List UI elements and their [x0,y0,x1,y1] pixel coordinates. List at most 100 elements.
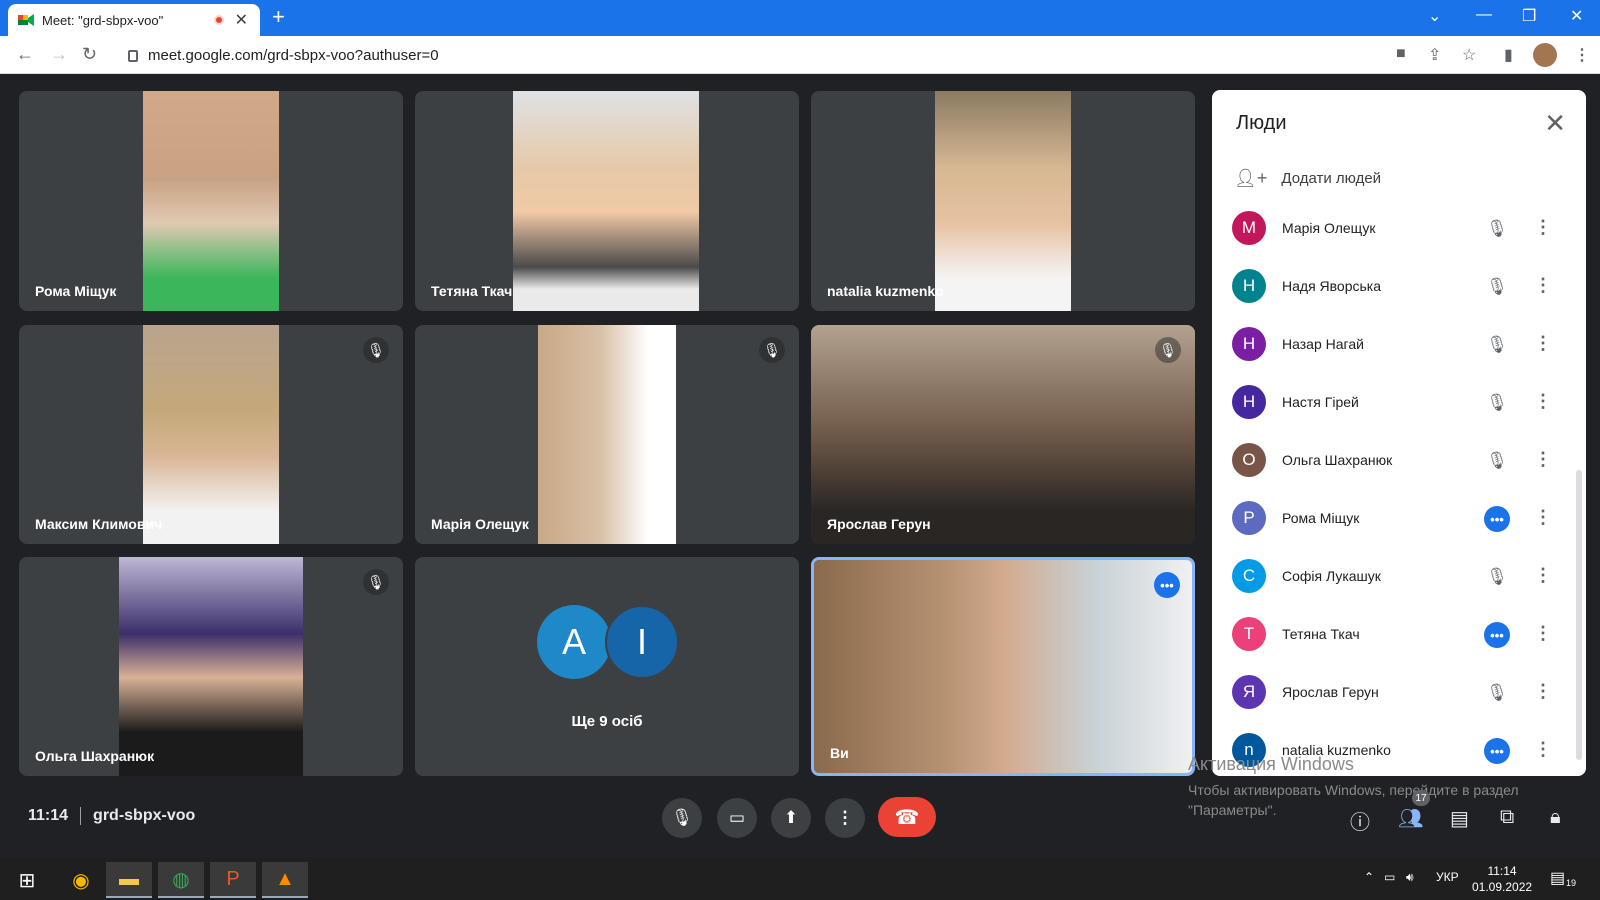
participant-row[interactable]: Н Надя Яворська 🎙︎ ⋮ [1212,258,1586,316]
add-person-icon: 👤︎+ [1234,168,1268,188]
close-tab-icon[interactable]: ✕ [235,10,248,30]
battery-icon[interactable]: ▭ [1384,870,1395,884]
close-window-button[interactable]: ✕ [1570,6,1583,26]
muted-mic-icon[interactable]: 🎙︎ [1484,390,1510,416]
muted-mic-icon: 🎙︎ [759,337,785,363]
chrome-icon[interactable]: ◍ [158,862,204,898]
more-options-icon[interactable]: ⋮ [1534,739,1552,760]
people-icon[interactable]: 👥︎ [1398,806,1423,831]
tile-name: Тетяна Ткач [431,283,513,299]
video-tile[interactable]: Тетяна Ткач [415,91,799,311]
participant-avatar: О [1232,443,1266,477]
muted-mic-icon[interactable]: 🎙︎ [1484,332,1510,358]
muted-mic-icon[interactable]: 🎙︎ [1484,448,1510,474]
minimize-button[interactable]: — [1476,6,1492,24]
more-options-icon[interactable]: ⋮ [1534,681,1552,702]
video-tile[interactable]: natalia kuzmenko [811,91,1195,311]
reload-button[interactable]: ↻ [82,44,97,65]
windows-watermark-title: Активация Windows [1188,754,1354,774]
participant-row[interactable]: Т Тетяна Ткач ••• ⋮ [1212,606,1586,664]
participant-row[interactable]: Я Ярослав Герун 🎙︎ ⋮ [1212,664,1586,722]
participant-video [119,557,303,776]
participant-avatar: I [605,605,679,679]
side-panel-icon[interactable]: ▮ [1504,45,1513,65]
new-tab-button[interactable]: + [272,4,285,30]
add-people-button[interactable]: 👤︎+ Додати людей [1234,168,1381,189]
speaking-indicator-icon: ••• [1484,506,1510,532]
participant-name: Тетяна Ткач [1282,626,1360,642]
vlc-icon[interactable]: ▲ [262,862,308,898]
meeting-info: 11:14 grd-sbpx-voo [28,807,195,825]
taskbar-clock[interactable]: 11:14 01.09.2022 [1472,863,1532,895]
url-field[interactable]: meet.google.com/grd-sbpx-voo?authuser=0 [116,41,1376,69]
panel-scrollbar[interactable] [1576,470,1582,760]
more-options-icon[interactable]: ⋮ [1534,391,1552,412]
file-explorer-icon[interactable]: ▬ [106,862,152,898]
participant-row[interactable]: С Софія Лукашук 🎙︎ ⋮ [1212,548,1586,606]
recording-dot-icon [214,15,224,25]
participant-name: Ярослав Герун [1282,684,1379,700]
host-controls-icon[interactable]: 🔒︎ [1550,806,1561,829]
windows-start-icon[interactable]: ⊞ [4,862,50,898]
meeting-details-icon[interactable]: ⓘ [1350,806,1370,835]
activities-icon[interactable]: ⧉ [1500,806,1514,829]
language-indicator[interactable]: УКР [1436,870,1459,884]
restore-button[interactable]: ❐ [1522,6,1536,26]
add-people-label: Додати людей [1281,170,1382,187]
close-panel-button[interactable]: ✕ [1544,108,1566,139]
more-options-icon[interactable]: ⋮ [1534,275,1552,296]
back-button[interactable]: ← [16,44,34,65]
participant-avatar: Н [1232,269,1266,303]
star-icon[interactable]: ☆ [1462,45,1476,65]
more-options-icon[interactable]: ⋮ [1534,565,1552,586]
video-tile[interactable]: Рома Міщук [19,91,403,311]
meeting-time: 11:14 [28,807,69,825]
more-options-icon[interactable]: ⋮ [1534,217,1552,238]
muted-mic-icon[interactable]: 🎙︎ [1484,274,1510,300]
more-options-button[interactable]: ⋮ [825,798,865,838]
participant-row[interactable]: Н Настя Гірей 🎙︎ ⋮ [1212,374,1586,432]
self-video-tile[interactable]: ••• Ви [811,557,1195,776]
video-tile[interactable]: 🎙︎ Марія Олещук [415,325,799,544]
participant-row[interactable]: Н Назар Нагай 🎙︎ ⋮ [1212,316,1586,374]
muted-mic-icon[interactable]: 🎙︎ [1484,216,1510,242]
participant-name: Рома Міщук [1282,510,1360,526]
participant-avatar: Р [1232,501,1266,535]
muted-mic-icon[interactable]: 🎙︎ [1484,564,1510,590]
present-screen-button[interactable]: ⬆ [771,798,811,838]
end-call-button[interactable]: ☎ [878,797,936,837]
windows-taskbar: ⊞ ◉ ▬ ◍ P ▲ ⌃ ▭ 🔊︎ УКР 11:14 01.09.2022 … [0,858,1600,900]
more-options-icon[interactable]: ⋮ [1534,449,1552,470]
muted-mic-icon[interactable]: 🎙︎ [1484,680,1510,706]
forward-button[interactable]: → [50,44,68,65]
browser-tab[interactable]: Meet: "grd-sbpx-voo" ✕ [8,4,260,36]
browser-app-icon[interactable]: ◉ [58,862,104,898]
camera-button[interactable]: ▭ [717,798,757,838]
menu-icon[interactable]: ⋮ [1574,45,1590,65]
participant-row[interactable]: Р Рома Міщук ••• ⋮ [1212,490,1586,548]
video-tile[interactable]: 🎙︎ Максим Климович [19,325,403,544]
more-options-icon[interactable]: ⋮ [1534,507,1552,528]
microphone-button[interactable]: 🎙︎ [662,798,702,838]
more-options-icon[interactable]: ⋮ [1534,623,1552,644]
more-participants-tile[interactable]: A I Ще 9 осіб [415,557,799,776]
participant-avatar: Т [1232,617,1266,651]
video-tile[interactable]: 🎙︎ Ольга Шахранюк [19,557,403,776]
clock-time: 11:14 [1487,864,1517,878]
more-options-icon[interactable]: ⋮ [1534,333,1552,354]
share-icon[interactable]: ⇪ [1428,45,1441,65]
participant-avatar: М [1232,211,1266,245]
tray-chevron-icon[interactable]: ⌃ [1364,870,1374,884]
tile-name: Рома Міщук [35,283,117,299]
powerpoint-icon[interactable]: P [210,862,256,898]
notifications-icon[interactable]: ▤ [1550,868,1565,888]
volume-icon[interactable]: 🔊︎ [1406,870,1414,885]
profile-avatar[interactable] [1533,43,1557,67]
camera-icon[interactable]: ■ [1396,45,1406,63]
participant-row[interactable]: О Ольга Шахранюк 🎙︎ ⋮ [1212,432,1586,490]
video-tile[interactable]: 🎙︎ Ярослав Герун [811,325,1195,544]
chevron-down-icon[interactable]: ⌄ [1428,6,1441,26]
participant-row[interactable]: М Марія Олещук 🎙︎ ⋮ [1212,200,1586,258]
chat-icon[interactable]: ▤ [1450,806,1469,831]
windows-watermark-text: "Параметры". [1188,802,1277,818]
